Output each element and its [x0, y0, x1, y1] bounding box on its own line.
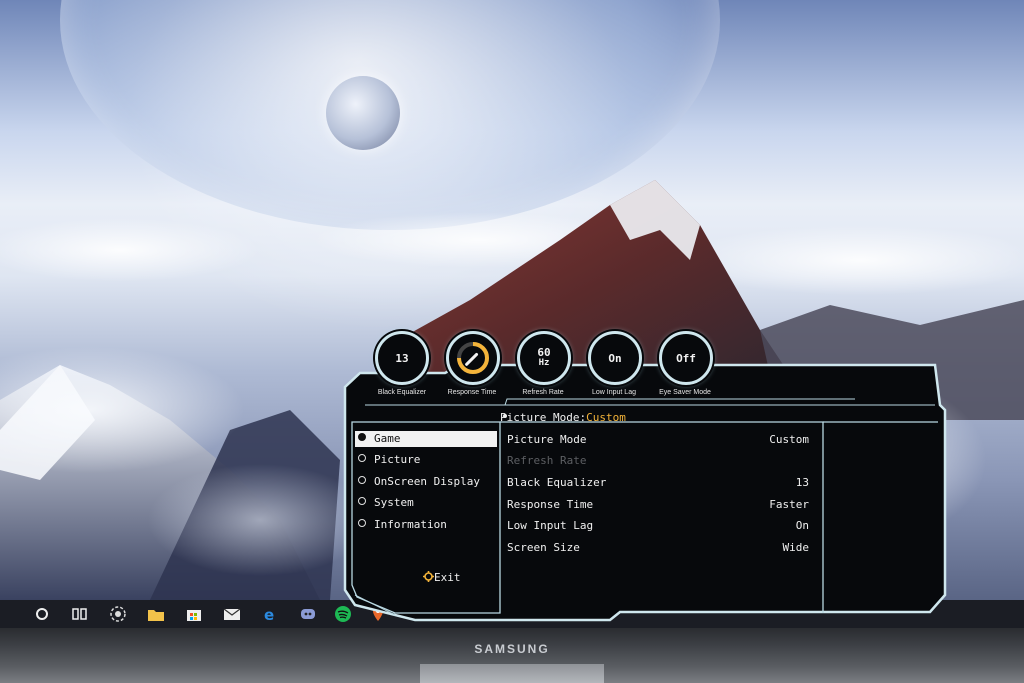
setting-row-refresh-rate: Refresh Rate: [507, 453, 809, 469]
setting-label: Picture Mode: [507, 433, 587, 446]
setting-label: Screen Size: [507, 541, 580, 554]
refresh-rate-value: 60: [537, 346, 551, 359]
menu-item-game[interactable]: Game: [355, 431, 497, 447]
low-input-lag-indicator: On: [588, 331, 642, 385]
radio-bullet-icon: [358, 519, 366, 527]
radio-bullet-icon: [358, 433, 366, 441]
black-equalizer-value: 13: [395, 351, 409, 365]
eye-saver-value: Off: [676, 351, 696, 365]
radio-bullet-icon: [358, 454, 366, 462]
response-time-gauge-icon: [457, 342, 489, 374]
osd-panel: 13 Black Equalizer Response Time 60 Hz R…: [335, 325, 975, 625]
menu-item-system[interactable]: System: [355, 495, 497, 511]
edge-icon[interactable]: e: [260, 604, 280, 624]
setting-value: Custom: [769, 433, 809, 446]
cortana-circle-icon[interactable]: [32, 604, 52, 624]
picture-mode-header-label: Picture Mode:: [500, 411, 587, 424]
task-view-icon[interactable]: [70, 604, 90, 624]
setting-value: On: [795, 519, 809, 532]
menu-item-label: Information: [374, 518, 447, 531]
picture-mode-header: Picture Mode:Custom: [500, 411, 626, 424]
menu-item-label: OnScreen Display: [374, 475, 480, 488]
monitor-stand: [420, 664, 604, 683]
menu-item-onscreen-display[interactable]: OnScreen Display: [355, 474, 497, 490]
refresh-rate-unit: Hz: [538, 358, 550, 368]
setting-row-screen-size[interactable]: Screen Size Wide: [507, 540, 809, 556]
svg-text:e: e: [264, 606, 274, 622]
eye-saver-label: Eye Saver Mode: [659, 389, 711, 396]
setting-row-low-input-lag[interactable]: Low Input Lag On: [507, 518, 809, 534]
discord-icon[interactable]: [298, 604, 318, 624]
menu-item-information[interactable]: Information: [355, 517, 497, 533]
setting-value: 13: [795, 476, 809, 489]
setting-value: Wide: [782, 541, 810, 554]
file-explorer-icon[interactable]: [146, 604, 166, 624]
setting-label: Black Equalizer: [507, 476, 607, 489]
menu-item-picture[interactable]: Picture: [355, 452, 497, 468]
radio-bullet-icon: [358, 476, 366, 484]
mail-icon[interactable]: [222, 604, 242, 624]
black-equalizer-indicator: 13: [375, 331, 429, 385]
joystick-icon: [423, 571, 434, 582]
setting-row-black-equalizer[interactable]: Black Equalizer 13: [507, 475, 809, 491]
store-icon[interactable]: [184, 604, 204, 624]
app-flower-icon[interactable]: [108, 604, 128, 624]
menu-item-label: Game: [374, 432, 401, 445]
setting-row-picture-mode[interactable]: Picture Mode Custom: [507, 432, 809, 448]
setting-label: Low Input Lag: [507, 519, 594, 532]
eye-saver-indicator: Off: [659, 331, 713, 385]
setting-value: Faster: [769, 498, 809, 511]
exit-button[interactable]: Exit: [423, 571, 461, 584]
exit-label: Exit: [434, 571, 461, 584]
low-input-lag-value: On: [608, 351, 622, 365]
response-time-gauge: [446, 331, 500, 385]
menu-item-label: System: [374, 496, 414, 509]
picture-mode-header-value: Custom: [586, 411, 626, 424]
setting-label: Response Time: [507, 498, 594, 511]
refresh-rate-indicator: 60 Hz: [517, 331, 571, 385]
monitor-brand-logo: SAMSUNG: [474, 642, 550, 656]
menu-item-label: Picture: [374, 453, 421, 466]
setting-row-response-time[interactable]: Response Time Faster: [507, 497, 809, 513]
setting-label: Refresh Rate: [507, 454, 587, 467]
radio-bullet-icon: [358, 497, 366, 505]
